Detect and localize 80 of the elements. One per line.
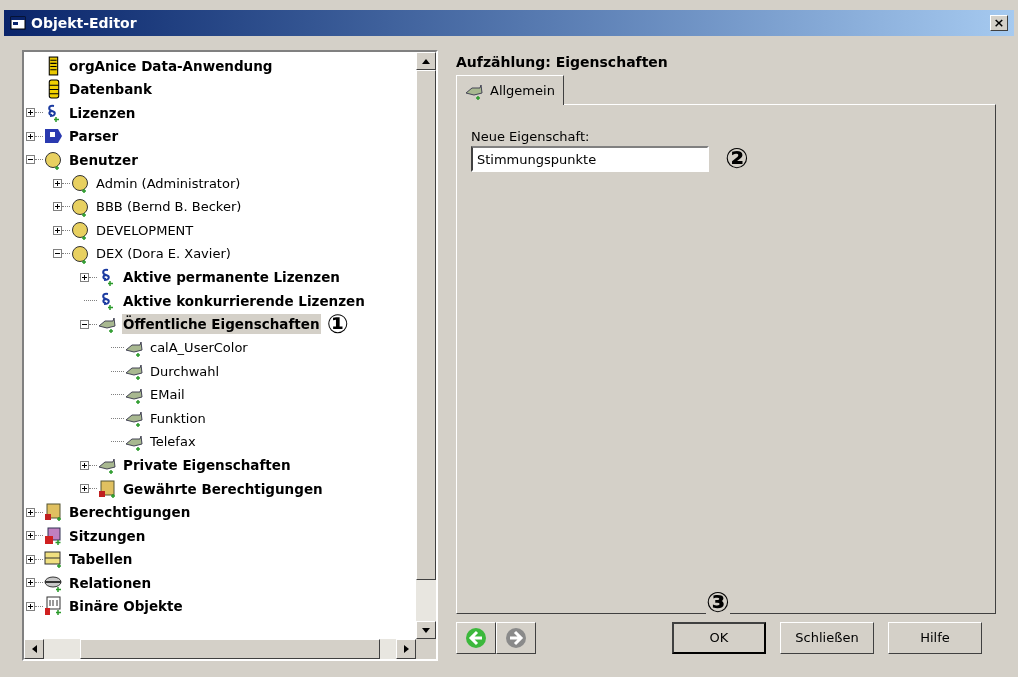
expand-icon[interactable] [26,554,35,564]
window-icon [10,16,26,30]
user-icon [71,243,91,264]
forward-button[interactable] [496,622,536,654]
close-button[interactable]: × [990,15,1008,31]
tree-item[interactable]: orgAnice Data-Anwendung [68,55,274,76]
expand-icon[interactable] [53,178,62,188]
expand-icon[interactable] [26,578,35,588]
dialog-button[interactable]: OK [672,622,766,654]
down-arrow-icon [422,627,430,633]
user-icon [71,220,91,241]
expand-icon[interactable] [80,460,89,470]
stack-icon [48,55,60,76]
tree-item[interactable]: Telefax [149,432,197,452]
session-icon [44,525,64,546]
window-title: Objekt-Editor [31,13,137,33]
dialog-button[interactable]: Schließen [780,622,874,654]
tree-item[interactable]: Parser [68,126,120,147]
collapse-icon[interactable] [80,319,89,329]
tree-item[interactable]: Relationen [68,572,153,593]
collapse-icon[interactable] [53,249,62,259]
input-field[interactable]: Stimmungspunkte [471,146,709,172]
expand-icon[interactable] [26,601,35,611]
collapse-icon[interactable] [26,155,35,165]
editor-heading: Aufzählung: Eigenschaften [456,53,669,72]
tree-item[interactable]: Öffentliche Eigenschaften [122,314,321,335]
tree-item[interactable]: DEX (Dora E. Xavier) [95,244,232,264]
user-icon [71,196,91,217]
scroll-up-button[interactable] [416,52,436,70]
tree-item[interactable]: calA_UserColor [149,338,249,358]
tree-item[interactable]: EMail [149,385,186,405]
expand-icon[interactable] [53,225,62,235]
expand-icon[interactable] [26,531,35,541]
permission-icon [44,502,64,523]
database-icon [48,79,60,100]
scroll-down-button[interactable] [416,621,436,639]
tree-item[interactable]: Durchwahl [149,361,221,381]
tree-item[interactable]: Binäre Objekte [68,596,184,617]
tree-item[interactable]: Lizenzen [68,102,137,123]
scroll-left-button[interactable] [24,639,44,659]
tree-item[interactable]: BBB (Bernd B. Becker) [95,197,243,217]
expand-icon[interactable] [53,202,62,212]
scrollbar-corner [416,639,436,659]
callout-number: ③ [706,589,730,617]
horizontal-scrollbar[interactable] [24,639,436,659]
up-arrow-icon [422,58,430,64]
tab[interactable]: Allgemein [456,75,564,105]
table-icon [44,549,64,570]
forward-arrow-icon [505,627,527,649]
expand-icon[interactable] [26,108,35,118]
field-label: Neue Eigenschaft: [471,128,591,145]
callout-number: ① [326,311,349,338]
tree-item[interactable]: Aktive permanente Lizenzen [122,267,341,288]
right-arrow-icon [403,645,409,653]
tree-item[interactable]: Tabellen [68,549,134,570]
tree-item[interactable]: Funktion [149,408,207,428]
tree-item[interactable]: Berechtigungen [68,502,192,523]
tree-item[interactable]: Private Eigenschaften [122,455,292,476]
expand-icon[interactable] [26,507,35,517]
tree-item[interactable]: Benutzer [68,149,139,170]
binary-file-icon [44,596,64,617]
dialog-button[interactable]: Hilfe [888,622,982,654]
left-arrow-icon [31,645,37,653]
tree-item[interactable]: Aktive konkurrierende Lizenzen [122,290,366,311]
tree-item[interactable]: Sitzungen [68,525,147,546]
tree-item[interactable]: Gewährte Berechtigungen [122,478,324,499]
scroll-right-button[interactable] [396,639,416,659]
back-arrow-icon [465,627,487,649]
tree-item[interactable]: DEVELOPMENT [95,220,195,240]
tree-item[interactable]: Admin (Administrator) [95,173,242,193]
expand-icon[interactable] [26,131,35,141]
expand-icon[interactable] [80,484,89,494]
callout-number: ② [725,145,749,173]
permission-icon [98,478,118,499]
back-button[interactable] [456,622,496,654]
user-icon [71,173,91,194]
expand-icon[interactable] [80,272,89,282]
scroll-thumb[interactable] [80,639,380,659]
user-icon [44,149,64,170]
tree-item[interactable]: Datenbank [68,79,153,100]
